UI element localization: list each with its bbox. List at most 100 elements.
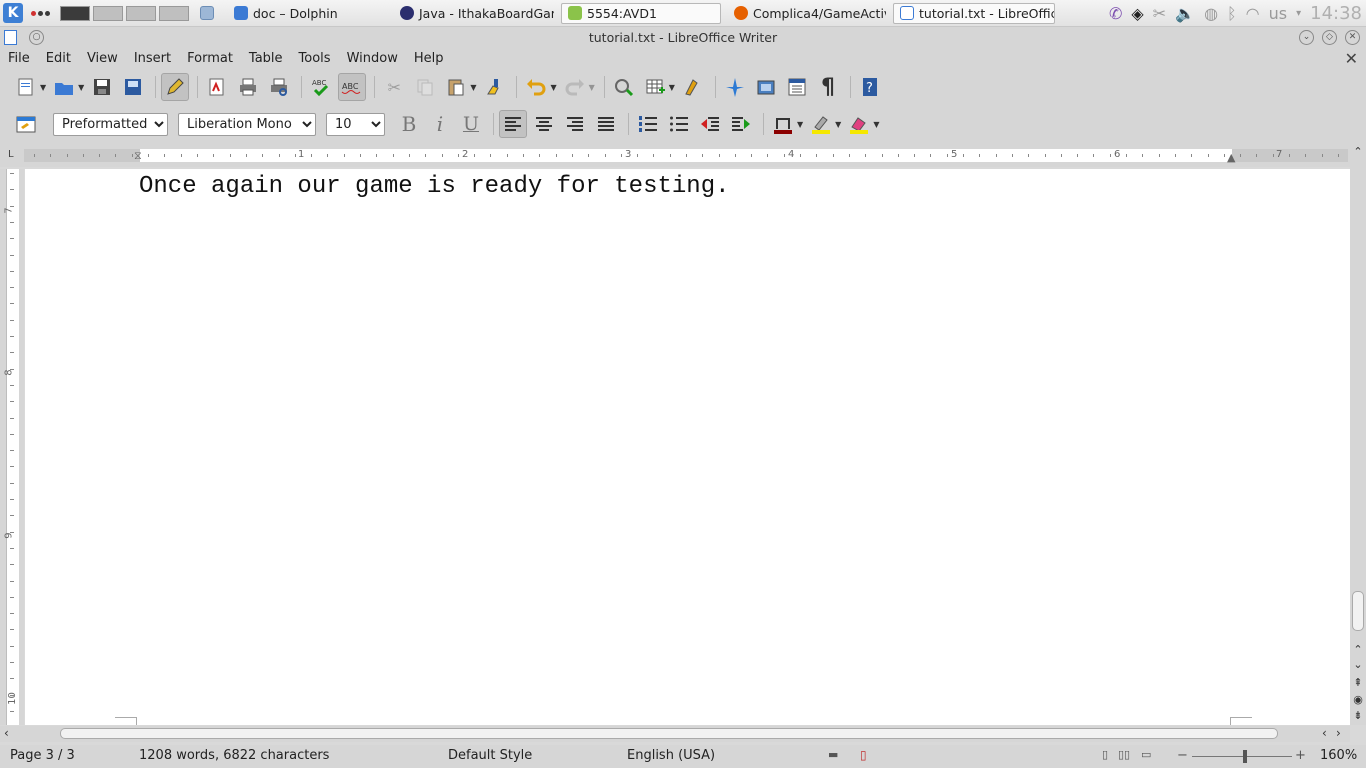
align-left-button[interactable] xyxy=(499,110,527,138)
desktop-4[interactable] xyxy=(159,5,189,21)
zoom-slider-handle[interactable] xyxy=(1243,750,1247,763)
menu-format[interactable]: Format xyxy=(179,51,241,66)
clock[interactable]: 14:38 xyxy=(1310,3,1362,24)
auto-spellcheck-button[interactable]: ABC xyxy=(338,73,367,101)
navigator-button[interactable] xyxy=(721,73,749,101)
chevron-down-icon[interactable]: ▼ xyxy=(589,83,595,92)
close-icon[interactable]: ✕ xyxy=(1345,29,1360,45)
close-document-icon[interactable]: ✕ xyxy=(1345,49,1358,68)
menu-help[interactable]: Help xyxy=(406,51,452,66)
task-dolphin[interactable]: doc – Dolphin xyxy=(227,3,387,24)
zoom-slider-track[interactable] xyxy=(1192,756,1292,757)
decrease-indent-button[interactable] xyxy=(696,110,724,138)
underline-button[interactable]: U xyxy=(457,110,485,138)
chevron-down-icon[interactable]: ▼ xyxy=(797,120,803,129)
left-indent-marker[interactable]: ⧖ xyxy=(134,149,142,163)
network-icon[interactable]: ◍ xyxy=(1204,4,1218,23)
bold-button[interactable]: B xyxy=(395,110,423,138)
scroll-thumb[interactable] xyxy=(1352,591,1364,631)
align-center-button[interactable] xyxy=(530,110,558,138)
font-color-button[interactable] xyxy=(769,110,797,138)
single-page-view-icon[interactable]: ▯ xyxy=(1102,748,1108,761)
horizontal-ruler[interactable]: L 1 2 3 4 5 6 7 ⧖ ▲ xyxy=(0,143,1350,167)
task-firefox[interactable]: Complica4/GameActivi xyxy=(727,3,887,24)
document-text[interactable]: Once again our game is ready for testing… xyxy=(139,173,730,200)
navigation-icon[interactable]: ◉ xyxy=(1350,693,1366,706)
paste-button[interactable] xyxy=(442,73,470,101)
language-indicator[interactable]: English (USA) xyxy=(627,748,715,763)
insert-mode-icon[interactable]: ▬ xyxy=(828,748,838,761)
menu-window[interactable]: Window xyxy=(339,51,406,66)
undo-button[interactable] xyxy=(522,73,550,101)
new-document-button[interactable] xyxy=(12,73,40,101)
bullets-button[interactable] xyxy=(665,110,693,138)
horizontal-scrollbar[interactable]: ‹ ‹ › xyxy=(0,726,1350,742)
paragraph-style-select[interactable]: Preformatted Te xyxy=(53,112,168,136)
redo-button[interactable] xyxy=(561,73,589,101)
document-page[interactable]: Once again our game is ready for testing… xyxy=(25,169,1350,725)
hyperlink-button[interactable] xyxy=(610,73,638,101)
page-indicator[interactable]: Page 3 / 3 xyxy=(10,748,75,763)
scroll-left-icon[interactable]: ‹ xyxy=(1322,726,1327,740)
font-name-select[interactable]: Liberation Mono xyxy=(178,112,316,136)
desktop-2[interactable] xyxy=(93,5,123,21)
gallery-button[interactable] xyxy=(752,73,780,101)
scroll-thumb[interactable] xyxy=(60,728,1278,739)
scissors-icon[interactable]: ✂ xyxy=(1153,4,1166,23)
task-writer[interactable]: tutorial.txt - LibreOffic xyxy=(893,2,1055,24)
bluetooth-icon[interactable]: ᛒ xyxy=(1227,4,1237,23)
vertical-scrollbar[interactable]: ⌃ ⌃ ⌄ ⇞ ◉ ⇟ xyxy=(1350,143,1366,725)
scroll-up-icon[interactable]: ⌃ xyxy=(1350,145,1366,158)
word-count[interactable]: 1208 words, 6822 characters xyxy=(139,748,329,763)
increase-indent-button[interactable] xyxy=(727,110,755,138)
viber-icon[interactable]: ✆ xyxy=(1109,4,1122,23)
task-eclipse[interactable]: Java - IthakaBoardGam xyxy=(393,3,555,24)
activity-dots-icon[interactable] xyxy=(31,10,50,16)
scroll-up-icon[interactable]: ⌃ xyxy=(1350,643,1366,656)
background-color-button[interactable] xyxy=(845,110,873,138)
chevron-down-icon[interactable]: ▼ xyxy=(470,83,476,92)
insert-table-button[interactable] xyxy=(641,73,669,101)
document-modified-icon[interactable]: ▯ xyxy=(860,748,867,762)
chevron-down-icon[interactable]: ▼ xyxy=(873,120,879,129)
align-right-button[interactable] xyxy=(561,110,589,138)
styles-formatting-button[interactable] xyxy=(12,110,40,138)
desktop-3[interactable] xyxy=(126,5,156,21)
save-button[interactable] xyxy=(88,73,116,101)
menu-table[interactable]: Table xyxy=(241,51,291,66)
wifi-icon[interactable]: ◠ xyxy=(1246,4,1260,23)
data-sources-button[interactable] xyxy=(783,73,811,101)
highlighting-button[interactable] xyxy=(807,110,835,138)
save-as-button[interactable] xyxy=(119,73,147,101)
multi-page-view-icon[interactable]: ▯▯ xyxy=(1118,748,1130,761)
font-size-select[interactable]: 10 xyxy=(326,112,385,136)
copy-button[interactable] xyxy=(411,73,439,101)
next-page-icon[interactable]: ⇟ xyxy=(1350,709,1366,722)
previous-page-icon[interactable]: ⇞ xyxy=(1350,676,1366,689)
book-view-icon[interactable]: ▭ xyxy=(1141,748,1151,761)
desktop-1[interactable] xyxy=(60,5,90,21)
dropbox-icon[interactable]: ◈ xyxy=(1131,4,1143,23)
maximize-icon[interactable]: ◇ xyxy=(1322,29,1337,45)
menu-file[interactable]: File xyxy=(0,51,38,66)
zoom-level[interactable]: 160% xyxy=(1320,748,1357,763)
minimize-icon[interactable]: ⌄ xyxy=(1299,29,1314,45)
cut-button[interactable]: ✂ xyxy=(380,73,408,101)
print-button[interactable] xyxy=(234,73,262,101)
numbering-button[interactable] xyxy=(634,110,662,138)
justify-button[interactable] xyxy=(592,110,620,138)
edit-mode-button[interactable] xyxy=(161,73,190,101)
help-button[interactable]: ? xyxy=(856,73,884,101)
show-desktop-icon[interactable] xyxy=(195,3,221,24)
chevron-down-icon[interactable]: ▼ xyxy=(78,83,84,92)
open-button[interactable] xyxy=(50,73,78,101)
page-style[interactable]: Default Style xyxy=(448,748,532,763)
chevron-down-icon[interactable]: ▼ xyxy=(40,83,46,92)
kde-launcher-icon[interactable]: K xyxy=(3,3,23,23)
tab-stop-selector[interactable]: L xyxy=(8,149,14,160)
italic-button[interactable]: i xyxy=(426,110,454,138)
clone-formatting-button[interactable] xyxy=(480,73,508,101)
chevron-down-icon[interactable]: ▼ xyxy=(550,83,556,92)
task-emulator[interactable]: 5554:AVD1 xyxy=(561,2,721,24)
chevron-down-icon[interactable]: ▾ xyxy=(1296,8,1301,19)
